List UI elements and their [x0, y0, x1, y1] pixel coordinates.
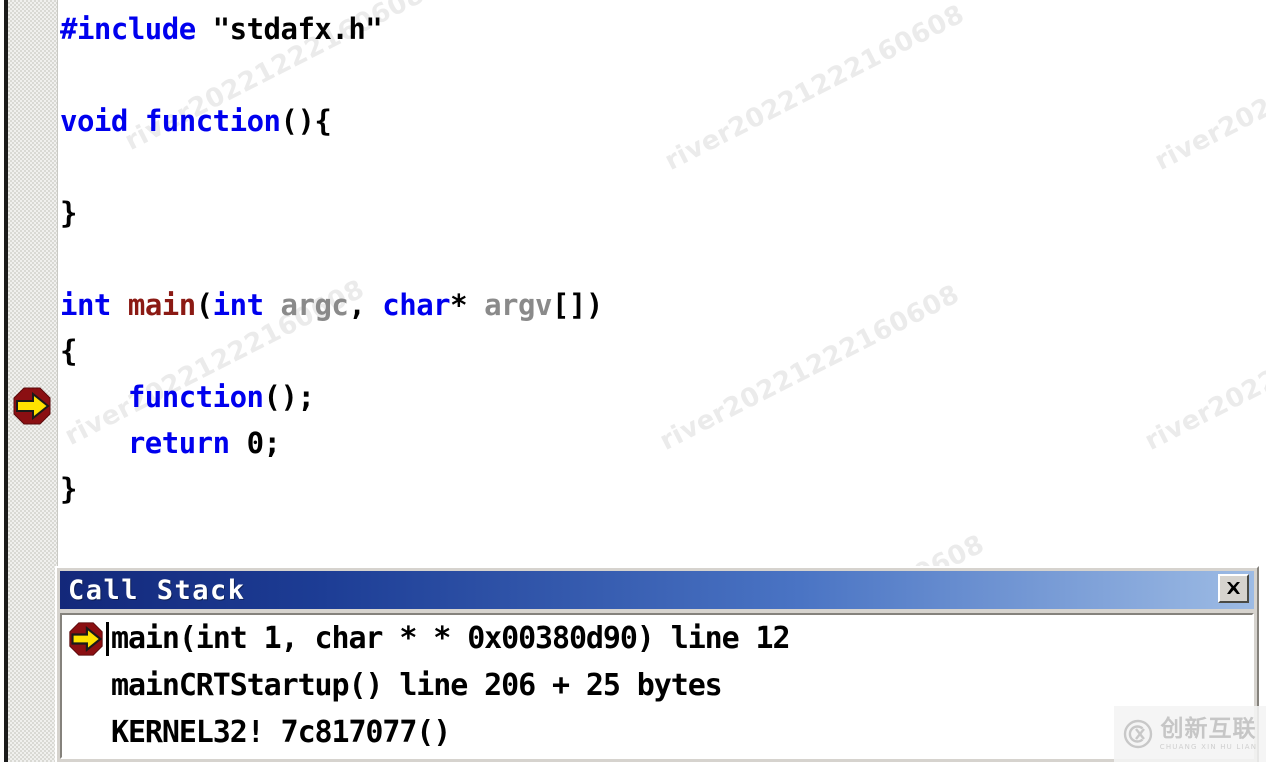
code-token: , — [348, 288, 383, 322]
watermark-text: river20221222160608 — [655, 279, 965, 457]
code-token: * — [450, 288, 485, 322]
code-line[interactable] — [60, 52, 603, 98]
code-line[interactable]: } — [60, 190, 603, 236]
code-token: ( — [195, 288, 213, 322]
call-stack-frame-text: mainCRTStartup() line 206 + 25 bytes — [111, 668, 723, 703]
call-stack-list[interactable]: main(int 1, char * * 0x00380d90) line 12… — [60, 613, 1254, 759]
code-token: "stdafx.h" — [212, 12, 383, 46]
caret-placeholder — [106, 716, 109, 750]
call-stack-row-marker-empty — [66, 713, 106, 753]
code-text[interactable]: #include "stdafx.h" void function(){ } i… — [60, 6, 603, 512]
debugger-screenshot: river20221222160608 river20221222160608 ri… — [0, 0, 1266, 762]
call-stack-row[interactable]: main(int 1, char * * 0x00380d90) line 12 — [62, 615, 1252, 662]
code-line[interactable] — [60, 144, 603, 190]
code-token: argc — [280, 288, 349, 322]
call-stack-frame-text: KERNEL32! 7c817077() — [111, 715, 451, 750]
code-token: argv — [484, 288, 552, 322]
code-token: #include — [60, 12, 196, 46]
watermark-text: river20221222160608 — [660, 0, 970, 177]
code-line[interactable]: { — [60, 328, 603, 374]
code-line[interactable]: function(); — [60, 374, 603, 420]
current-frame-arrow-svg — [69, 621, 103, 656]
code-line[interactable]: } — [60, 466, 603, 512]
code-line[interactable]: return 0; — [60, 420, 603, 466]
code-token: int — [212, 288, 264, 322]
call-stack-titlebar[interactable]: Call Stack — [60, 571, 1254, 609]
caret-placeholder — [106, 669, 109, 703]
code-token: } — [60, 472, 77, 506]
code-line[interactable]: #include "stdafx.h" — [60, 6, 603, 52]
call-stack-frame-text: main(int 1, char * * 0x00380d90) line 12 — [111, 621, 791, 656]
call-stack-row[interactable]: mainCRTStartup() line 206 + 25 bytes — [62, 662, 1252, 709]
code-token: return — [127, 426, 230, 460]
code-token: int — [60, 288, 111, 322]
editor-gutter[interactable] — [8, 0, 58, 762]
code-token: (){ — [280, 104, 332, 138]
code-token: function — [144, 104, 281, 138]
watermark-text: river20221222160608 — [1140, 279, 1266, 457]
call-stack-panel: Call Stack main(int 1, char * * 0x00380d… — [55, 566, 1259, 762]
exec-arrow-svg — [13, 387, 51, 425]
call-stack-row[interactable]: KERNEL32! 7c817077() — [62, 709, 1252, 756]
code-token: []) — [551, 288, 603, 322]
code-token: { — [60, 334, 77, 368]
code-line[interactable]: int main(int argc, char* argv[]) — [60, 282, 603, 328]
code-token: function — [127, 380, 264, 414]
code-line[interactable] — [60, 236, 603, 282]
code-token: (); — [263, 380, 315, 414]
text-caret — [106, 621, 109, 656]
close-x-icon — [1227, 582, 1240, 594]
current-frame-arrow-icon — [66, 619, 106, 659]
code-token: void — [60, 104, 128, 138]
call-stack-row-marker-empty — [66, 666, 106, 706]
call-stack-close-button[interactable] — [1218, 574, 1249, 603]
watermark-text: river20221222160608 — [1150, 0, 1266, 177]
code-token: main — [127, 288, 196, 322]
code-line[interactable]: void function(){ — [60, 98, 603, 144]
call-stack-title: Call Stack — [68, 574, 246, 606]
code-token: char — [382, 288, 451, 322]
code-token: 0; — [246, 426, 281, 460]
current-execution-line-arrow-icon[interactable] — [12, 386, 52, 426]
code-token: } — [60, 196, 77, 230]
